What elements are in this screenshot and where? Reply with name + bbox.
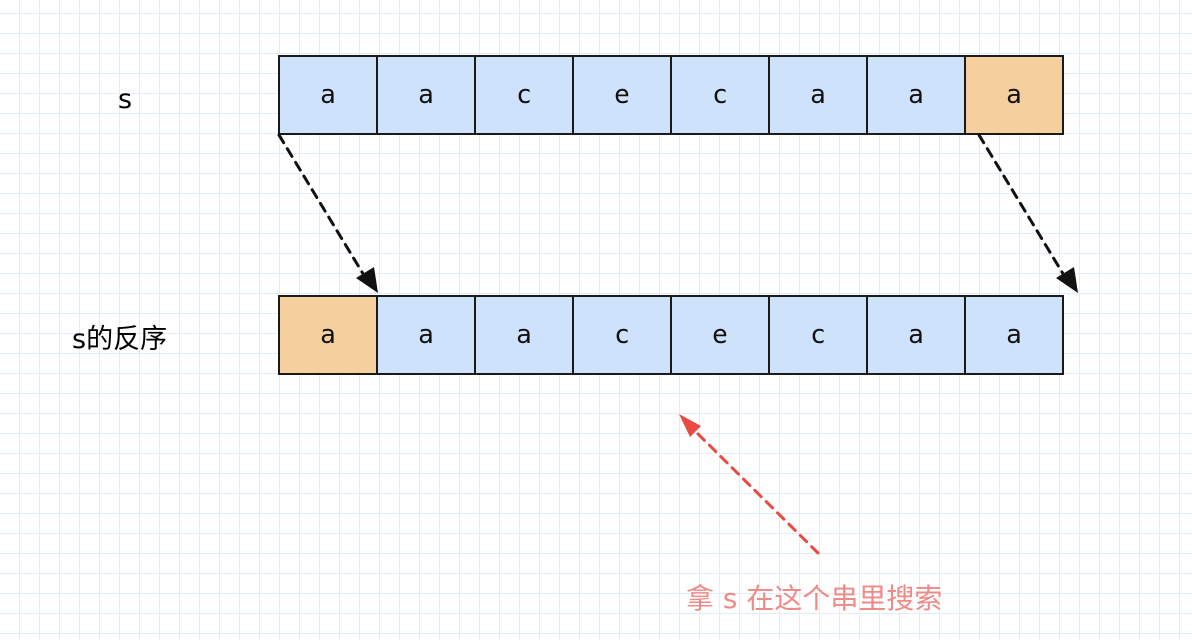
cell: a bbox=[278, 55, 378, 135]
cell: c bbox=[670, 55, 770, 135]
label-s: s bbox=[118, 84, 133, 115]
cell: a bbox=[376, 55, 476, 135]
cell: a bbox=[866, 295, 966, 375]
search-arrow bbox=[679, 414, 820, 555]
cell: a bbox=[964, 55, 1064, 135]
cell: e bbox=[670, 295, 770, 375]
cell: a bbox=[964, 295, 1064, 375]
shift-arrow-right bbox=[977, 133, 1078, 293]
cell: a bbox=[278, 295, 378, 375]
label-s-reversed: s的反序 bbox=[72, 324, 168, 355]
cell: a bbox=[768, 55, 868, 135]
cell: a bbox=[376, 295, 476, 375]
cell: c bbox=[768, 295, 868, 375]
cell: e bbox=[572, 55, 672, 135]
shift-arrow-left bbox=[277, 133, 378, 293]
cell: c bbox=[572, 295, 672, 375]
string-s-row: a a c e c a a a bbox=[278, 55, 1064, 135]
cell: a bbox=[866, 55, 966, 135]
cell: c bbox=[474, 55, 574, 135]
cell: a bbox=[474, 295, 574, 375]
search-annotation: 拿 s 在这个串里搜索 bbox=[686, 582, 943, 615]
string-s-reversed-row: a a a c e c a a bbox=[278, 295, 1064, 375]
